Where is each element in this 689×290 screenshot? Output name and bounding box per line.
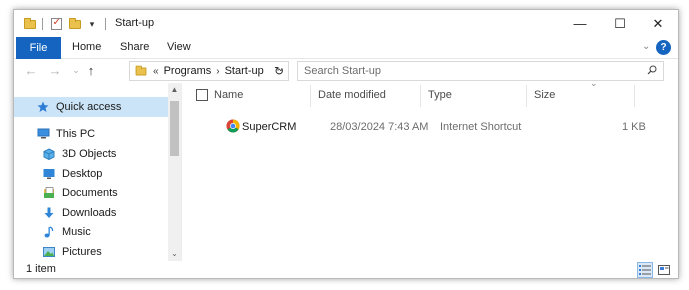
- file-date-modified: 28/03/2024 7:43 AM: [330, 121, 429, 133]
- sidebar-item-pictures[interactable]: Pictures: [14, 242, 168, 262]
- pictures-icon: [42, 245, 56, 259]
- details-view-button[interactable]: [637, 262, 653, 278]
- status-bar: 1 item: [14, 261, 678, 278]
- sidebar-item-label: Downloads: [62, 207, 117, 219]
- desktop-icon: [42, 167, 56, 181]
- close-button[interactable]: ✕: [636, 10, 678, 37]
- address-bar[interactable]: « Programs › Start-up ⌄: [129, 61, 289, 81]
- window-title: Start-up: [115, 17, 155, 29]
- scroll-down-icon[interactable]: ⌄: [168, 249, 181, 258]
- navigation-row: ← → ⌄ ↑ « Programs › Start-up ⌄ ↻: [14, 59, 678, 83]
- minimize-button[interactable]: —: [558, 10, 602, 37]
- column-header-size[interactable]: Size: [534, 83, 555, 107]
- large-icons-view-icon: [658, 265, 670, 275]
- tab-home[interactable]: Home: [72, 41, 101, 53]
- file-type: Internet Shortcut: [440, 121, 522, 133]
- title-bar: ▾ Start-up — ☐ ✕: [14, 10, 678, 37]
- file-list: Name Date modified Type Size ⌄ SuperCRM …: [184, 78, 678, 261]
- ribbon-tabs: File Home Share View ⌄ ?: [14, 37, 678, 59]
- sidebar-item-documents[interactable]: Documents: [14, 183, 168, 203]
- this-pc-icon: [36, 127, 50, 141]
- sidebar-item-this-pc[interactable]: This PC: [14, 124, 168, 144]
- sidebar-item-label: This PC: [56, 128, 96, 140]
- sidebar-item-label: Quick access: [56, 101, 122, 113]
- chrome-icon: [226, 119, 240, 133]
- refresh-button[interactable]: ↻: [270, 61, 289, 81]
- sidebar-item-desktop[interactable]: Desktop: [14, 164, 168, 184]
- forward-button[interactable]: →: [46, 63, 64, 78]
- sidebar-item-music[interactable]: Music: [14, 222, 168, 242]
- back-button[interactable]: ←: [22, 63, 40, 78]
- breadcrumb-programs[interactable]: Programs: [164, 65, 212, 77]
- navigation-pane: Quick access This PC 3D Objects Desktop …: [14, 83, 182, 261]
- sidebar-item-label: Music: [62, 226, 91, 238]
- large-icons-view-button[interactable]: [656, 262, 672, 278]
- help-icon[interactable]: ?: [656, 40, 671, 55]
- title-separator: [105, 18, 106, 30]
- sidebar-item-label: Documents: [62, 187, 118, 199]
- documents-icon: [42, 186, 56, 200]
- search-input[interactable]: [298, 62, 628, 80]
- properties-icon[interactable]: [48, 16, 64, 32]
- sidebar-item-label: 3D Objects: [62, 148, 117, 160]
- column-header-type[interactable]: Type: [428, 83, 452, 107]
- column-header-date-modified[interactable]: Date modified: [318, 83, 386, 107]
- explorer-window: ▾ Start-up — ☐ ✕ File Home Share View ⌄ …: [13, 9, 679, 279]
- details-view-icon: [639, 265, 651, 275]
- star-icon: [36, 100, 50, 114]
- up-button[interactable]: ↑: [82, 63, 100, 78]
- sidebar-item-downloads[interactable]: Downloads: [14, 203, 168, 223]
- column-divider[interactable]: [420, 85, 421, 107]
- download-arrow-icon: [42, 206, 56, 220]
- customize-quick-access-button[interactable]: ▾: [84, 16, 100, 32]
- column-divider[interactable]: [634, 85, 635, 107]
- breadcrumb-start-up[interactable]: Start-up: [225, 65, 264, 77]
- column-header-name[interactable]: Name: [214, 83, 243, 107]
- sidebar-item-3d-objects[interactable]: 3D Objects: [14, 144, 168, 164]
- folder-icon[interactable]: [22, 16, 38, 32]
- column-divider[interactable]: [526, 85, 527, 107]
- search-icon[interactable]: [647, 65, 657, 75]
- item-count: 1 item: [26, 263, 56, 275]
- table-row[interactable]: SuperCRM 28/03/2024 7:43 AM Internet Sho…: [204, 117, 656, 137]
- file-name[interactable]: SuperCRM: [242, 121, 296, 133]
- expand-ribbon-chevron-icon[interactable]: ⌄: [642, 41, 650, 52]
- select-all-checkbox[interactable]: [196, 89, 208, 101]
- tab-file[interactable]: File: [16, 37, 61, 59]
- navigation-scrollbar[interactable]: ▲ ⌄: [168, 83, 181, 261]
- breadcrumb-separator-icon[interactable]: ›: [216, 66, 219, 77]
- sort-chevron-icon: ⌄: [590, 78, 598, 88]
- file-size: 1 KB: [622, 121, 646, 133]
- music-note-icon: [42, 225, 56, 239]
- tab-share[interactable]: Share: [120, 41, 149, 53]
- column-divider[interactable]: [310, 85, 311, 107]
- sidebar-item-quick-access[interactable]: Quick access: [14, 97, 168, 117]
- scrollbar-thumb[interactable]: [170, 101, 179, 156]
- scroll-up-icon[interactable]: ▲: [168, 85, 181, 94]
- new-folder-icon[interactable]: [67, 16, 83, 32]
- sidebar-item-label: Pictures: [62, 246, 102, 258]
- cube-icon: [42, 147, 56, 161]
- tab-view[interactable]: View: [167, 41, 191, 53]
- search-box[interactable]: [297, 61, 664, 81]
- overflow-chevron-icon[interactable]: «: [153, 66, 159, 77]
- sidebar-item-label: Desktop: [62, 168, 103, 180]
- folder-icon: [135, 65, 147, 76]
- toolbar-separator: [42, 18, 43, 30]
